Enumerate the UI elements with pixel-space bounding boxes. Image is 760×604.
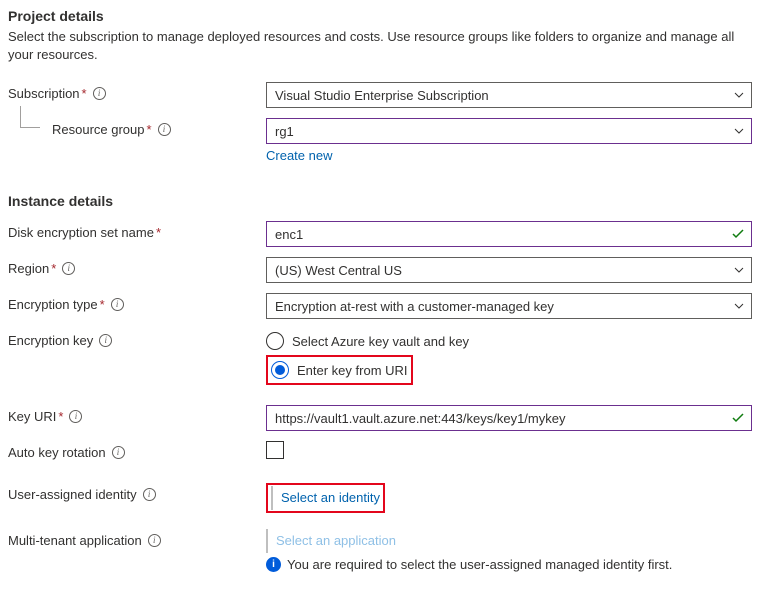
resource-group-select[interactable]: rg1 [266, 118, 752, 144]
instance-details-heading: Instance details [8, 193, 752, 209]
region-label: Region [8, 261, 49, 276]
required-mark: * [51, 261, 56, 276]
required-mark: * [156, 225, 161, 240]
info-icon[interactable]: i [69, 410, 82, 423]
required-mark: * [82, 86, 87, 101]
create-new-link[interactable]: Create new [266, 148, 332, 163]
info-icon[interactable]: i [112, 446, 125, 459]
user-assigned-identity-label: User-assigned identity [8, 487, 137, 502]
info-icon[interactable]: i [99, 334, 112, 347]
region-select[interactable]: (US) West Central US [266, 257, 752, 283]
highlight-box: Select an identity [266, 483, 385, 513]
multi-tenant-app-label: Multi-tenant application [8, 533, 142, 548]
key-uri-value: https://vault1.vault.azure.net:443/keys/… [275, 411, 565, 426]
multi-tenant-note: You are required to select the user-assi… [287, 557, 672, 572]
chevron-down-icon [733, 264, 745, 276]
info-icon[interactable]: i [148, 534, 161, 547]
radio-uri-label: Enter key from URI [297, 363, 408, 378]
highlight-box: Enter key from URI [266, 355, 413, 385]
subscription-value: Visual Studio Enterprise Subscription [275, 88, 489, 103]
chevron-down-icon [733, 300, 745, 312]
project-details-heading: Project details [8, 8, 752, 24]
disk-enc-name-input[interactable]: enc1 [266, 221, 752, 247]
encryption-key-label: Encryption key [8, 333, 93, 348]
chevron-down-icon [733, 89, 745, 101]
info-icon[interactable]: i [62, 262, 75, 275]
radio-vault-label: Select Azure key vault and key [292, 334, 469, 349]
disk-enc-name-label: Disk encryption set name [8, 225, 154, 240]
required-mark: * [147, 122, 152, 137]
auto-key-rotation-label: Auto key rotation [8, 445, 106, 460]
key-uri-label: Key URI [8, 409, 56, 424]
key-uri-input[interactable]: https://vault1.vault.azure.net:443/keys/… [266, 405, 752, 431]
select-application-link: Select an application [266, 529, 396, 553]
info-icon[interactable]: i [143, 488, 156, 501]
radio-select-vault[interactable]: Select Azure key vault and key [266, 329, 752, 353]
select-identity-link[interactable]: Select an identity [271, 486, 380, 510]
project-details-desc: Select the subscription to manage deploy… [8, 28, 752, 64]
radio-icon [271, 361, 289, 379]
info-icon: i [266, 557, 281, 572]
resource-group-label: Resource group [52, 122, 145, 137]
checkmark-icon [731, 227, 745, 241]
info-icon[interactable]: i [111, 298, 124, 311]
encryption-type-label: Encryption type [8, 297, 98, 312]
required-mark: * [58, 409, 63, 424]
checkmark-icon [731, 411, 745, 425]
required-mark: * [100, 297, 105, 312]
info-icon[interactable]: i [158, 123, 171, 136]
region-value: (US) West Central US [275, 263, 402, 278]
radio-icon [266, 332, 284, 350]
encryption-type-value: Encryption at-rest with a customer-manag… [275, 299, 554, 314]
resource-group-value: rg1 [275, 124, 294, 139]
radio-enter-uri[interactable]: Enter key from URI [271, 358, 408, 382]
subscription-select[interactable]: Visual Studio Enterprise Subscription [266, 82, 752, 108]
indent-line [20, 106, 40, 128]
info-icon[interactable]: i [93, 87, 106, 100]
subscription-label: Subscription [8, 86, 80, 101]
auto-key-rotation-checkbox[interactable] [266, 441, 284, 459]
disk-enc-name-value: enc1 [275, 227, 303, 242]
encryption-type-select[interactable]: Encryption at-rest with a customer-manag… [266, 293, 752, 319]
chevron-down-icon [733, 125, 745, 137]
